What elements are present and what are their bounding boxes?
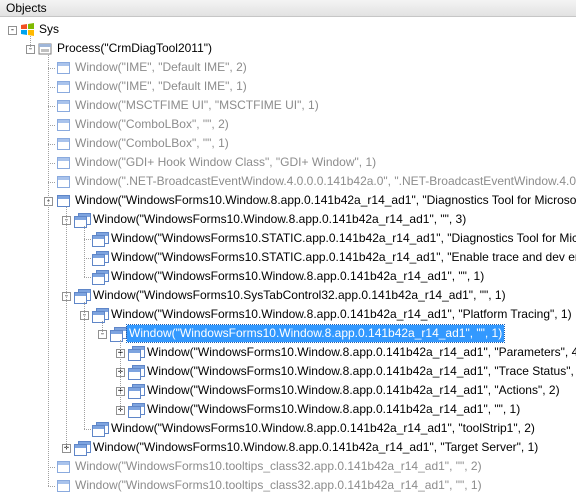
window-icon	[56, 80, 71, 94]
process-icon	[38, 42, 53, 56]
tree-node[interactable]: - Window("WindowsForms10.SysTabControl32.…	[0, 287, 576, 306]
tree-guide-line	[66, 207, 67, 448]
tree-connector-line	[48, 106, 55, 107]
windows-stack-icon	[128, 403, 145, 418]
tree-guide-line	[84, 226, 85, 277]
tree-node-label[interactable]: Window("IME", "Default IME", 1)	[73, 78, 249, 95]
tree-node-label[interactable]: Window("WindowsForms10.Window.8.app.0.14…	[91, 211, 468, 228]
tree-node-label[interactable]: Window("IME", "Default IME", 2)	[73, 59, 249, 76]
tree-node[interactable]: + Window("WindowsForms10.Window.8.app.0.1…	[0, 401, 576, 420]
tree-connector-line	[84, 429, 91, 430]
windows-stack-icon	[74, 441, 91, 456]
tree-node-label[interactable]: Process("CrmDiagTool2011")	[55, 40, 214, 57]
tree-guide-line	[48, 55, 49, 486]
objects-panel-header: Objects	[0, 0, 576, 17]
windows-stack-icon	[128, 365, 145, 380]
window-icon	[56, 479, 71, 493]
tree-connector-line	[84, 277, 91, 278]
window-icon	[56, 156, 71, 170]
windows-stack-icon	[74, 213, 91, 228]
tree-node-label[interactable]: Window("WindowsForms10.STATIC.app.0.141b…	[109, 230, 576, 247]
tree-node-label[interactable]: Window("WindowsForms10.Window.8.app.0.14…	[145, 382, 562, 399]
tree-node[interactable]: Window("IME", "Default IME", 1)	[0, 78, 576, 97]
tree-node-label[interactable]: Window("WindowsForms10.Window.8.app.0.14…	[73, 192, 576, 209]
window-icon	[56, 118, 71, 132]
windows-stack-icon	[92, 232, 109, 247]
tree-node-label[interactable]: Window("WindowsForms10.SysTabControl32.a…	[91, 287, 508, 304]
windows-stack-icon	[92, 251, 109, 266]
tree-node-label[interactable]: Window("ComboLBox", "", 1)	[73, 135, 231, 152]
tree-node-label[interactable]: Window("MSCTFIME UI", "MSCTFIME UI", 1)	[73, 97, 321, 114]
tree-guide-line	[84, 302, 85, 429]
tree-node[interactable]: Window("WindowsForms10.Window.8.app.0.14…	[0, 420, 576, 439]
tree-node[interactable]: + Window("WindowsForms10.Window.8.app.0.1…	[0, 439, 576, 458]
tree-node-label[interactable]: Window("ComboLBox", "", 2)	[73, 116, 231, 133]
tree-node[interactable]: - Window("WindowsForms10.Window.8.app.0.1…	[0, 324, 576, 344]
tree-node-label[interactable]: Window("WindowsForms10.tooltips_class32.…	[73, 458, 484, 475]
tree-connector-line	[48, 163, 55, 164]
window-icon	[56, 61, 71, 75]
tree-node[interactable]: Window("IME", "Default IME", 2)	[0, 59, 576, 78]
tree-node[interactable]: + Window("WindowsForms10.Window.8.app.0.1…	[0, 363, 576, 382]
tree-node[interactable]: + Window("WindowsForms10.Window.8.app.0.1…	[0, 344, 576, 363]
tree-connector-line	[48, 486, 55, 487]
tree-node[interactable]: Window("WindowsForms10.STATIC.app.0.141b…	[0, 249, 576, 268]
tree-node-label[interactable]: Window("WindowsForms10.Window.8.app.0.14…	[109, 306, 574, 323]
tree-node[interactable]: - Window("WindowsForms10.Window.8.app.0.1…	[0, 211, 576, 230]
tree-connector-line	[48, 144, 55, 145]
tree-node[interactable]: - Process("CrmDiagTool2011")	[0, 40, 576, 59]
tree-node[interactable]: - Window("WindowsForms10.Window.8.app.0.1…	[0, 192, 576, 211]
window-icon	[56, 194, 71, 208]
tree-node[interactable]: Window("WindowsForms10.tooltips_class32.…	[0, 458, 576, 477]
windows-stack-icon	[110, 327, 127, 342]
tree-node-label[interactable]: Window("WindowsForms10.tooltips_class32.…	[73, 477, 484, 494]
windows-stack-icon	[74, 289, 91, 304]
tree-node-label[interactable]: Window("WindowsForms10.Window.8.app.0.14…	[109, 268, 486, 285]
tree-node-label[interactable]: Window("WindowsForms10.STATIC.app.0.141b…	[109, 249, 576, 266]
windows-logo-icon	[20, 23, 35, 37]
tree-node[interactable]: Window("GDI+ Hook Window Class", "GDI+ W…	[0, 154, 576, 173]
tree-node[interactable]: Window("WindowsForms10.tooltips_class32.…	[0, 477, 576, 496]
tree-node-label[interactable]: Window("WindowsForms10.Window.8.app.0.14…	[109, 420, 537, 437]
windows-stack-icon	[128, 346, 145, 361]
tree-node[interactable]: Window("MSCTFIME UI", "MSCTFIME UI", 1)	[0, 97, 576, 116]
tree-connector-line	[48, 182, 55, 183]
collapse-toggle-icon[interactable]: -	[8, 26, 17, 35]
window-icon	[56, 137, 71, 151]
tree-guide-line	[102, 321, 103, 334]
windows-stack-icon	[128, 384, 145, 399]
tree-node[interactable]: Window("ComboLBox", "", 2)	[0, 116, 576, 135]
tree-node-label[interactable]: Window("WindowsForms10.Window.8.app.0.14…	[145, 363, 576, 380]
tree-node-label[interactable]: Window("WindowsForms10.Window.8.app.0.14…	[145, 401, 522, 418]
windows-stack-icon	[92, 422, 109, 437]
tree-connector-line	[84, 258, 91, 259]
tree-connector-line	[48, 87, 55, 88]
windows-stack-icon	[92, 308, 109, 323]
panel-title: Objects	[6, 1, 47, 15]
tree-node[interactable]: Window("WindowsForms10.Window.8.app.0.14…	[0, 268, 576, 287]
tree-connector-line	[48, 125, 55, 126]
tree-node[interactable]: Window(".NET-BroadcastEventWindow.4.0.0.…	[0, 173, 576, 192]
selected-node-label[interactable]: Window("WindowsForms10.Window.8.app.0.14…	[125, 324, 506, 343]
tree-node[interactable]: - Sys	[0, 21, 576, 40]
tree-node[interactable]: Window("WindowsForms10.STATIC.app.0.141b…	[0, 230, 576, 249]
tree-node-label[interactable]: Sys	[37, 21, 61, 38]
tree-connector-line	[84, 239, 91, 240]
tree-node[interactable]: + Window("WindowsForms10.Window.8.app.0.1…	[0, 382, 576, 401]
object-tree[interactable]: - Sys - Process("CrmDiagTool2011") Window("I…	[0, 17, 576, 498]
tree-node[interactable]: - Window("WindowsForms10.Window.8.app.0.1…	[0, 306, 576, 325]
tree-connector-line	[48, 68, 55, 69]
tree-guide-line	[120, 340, 121, 410]
tree-guide-line	[30, 36, 31, 49]
tree-node-label[interactable]: Window(".NET-BroadcastEventWindow.4.0.0.…	[73, 173, 576, 190]
tree-node-label[interactable]: Window("WindowsForms10.Window.8.app.0.14…	[145, 344, 576, 361]
tree-node-label[interactable]: Window("WindowsForms10.Window.8.app.0.14…	[91, 439, 540, 456]
tree-node-label[interactable]: Window("GDI+ Hook Window Class", "GDI+ W…	[73, 154, 378, 171]
window-icon	[56, 99, 71, 113]
window-icon	[56, 460, 71, 474]
tree-node[interactable]: Window("ComboLBox", "", 1)	[0, 135, 576, 154]
windows-stack-icon	[92, 270, 109, 285]
window-icon	[56, 175, 71, 189]
tree-connector-line	[48, 467, 55, 468]
